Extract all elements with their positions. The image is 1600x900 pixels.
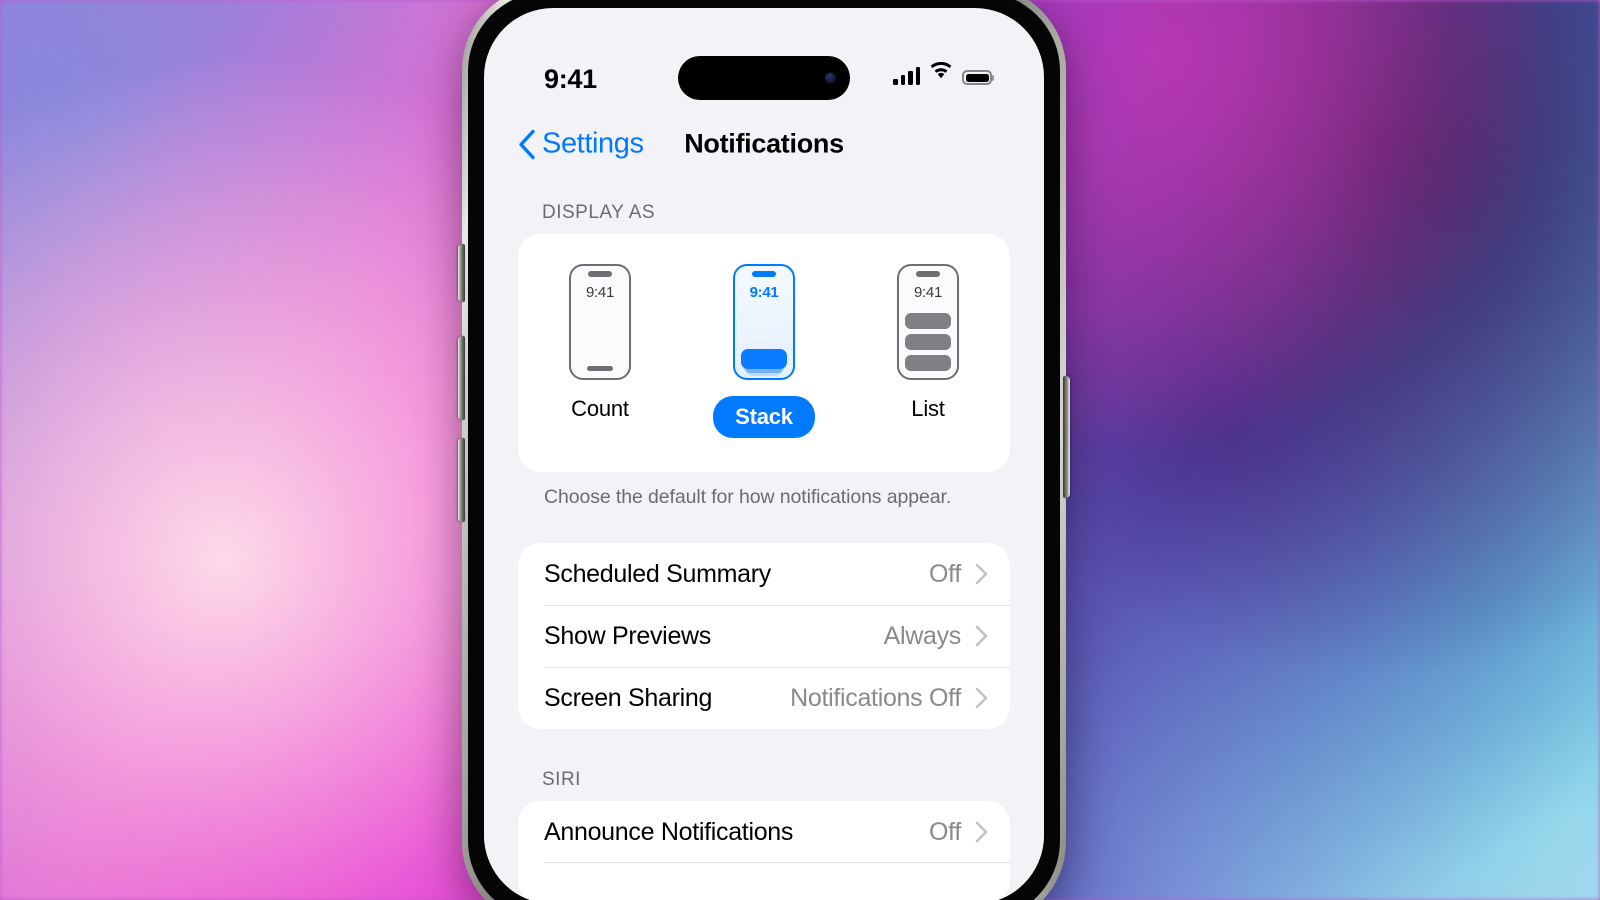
- chevron-left-icon: [518, 129, 535, 159]
- back-button-label: Settings: [542, 127, 644, 160]
- siri-section-header: SIRI: [542, 769, 581, 790]
- display-as-section-footer: Choose the default for how notifications…: [544, 486, 952, 508]
- cellular-bars-icon: [893, 67, 920, 85]
- mini-notch: [752, 271, 776, 277]
- chevron-right-icon: [975, 625, 988, 647]
- volume-up-button[interactable]: [458, 336, 465, 420]
- display-as-options: 9:41 Count 9:41 Stack 9:41 List: [518, 264, 1010, 438]
- stack-preview-icon: 9:41: [733, 264, 795, 380]
- display-option-stack[interactable]: 9:41 Stack: [689, 264, 839, 438]
- display-as-card: 9:41 Count 9:41 Stack 9:41 List: [518, 234, 1010, 472]
- row-value: Notifications Off: [790, 683, 961, 712]
- chevron-right-icon: [975, 821, 988, 843]
- page-title: Notifications: [684, 128, 844, 159]
- side-power-button[interactable]: [1063, 376, 1070, 498]
- display-as-section-header: DISPLAY AS: [542, 202, 656, 223]
- status-bar-time: 9:41: [544, 64, 597, 94]
- row-value: Always: [883, 621, 962, 650]
- device-bezel: 9:41 Settings Notifications DISPLAY AS 9…: [468, 0, 1060, 900]
- navigation-bar: Settings Notifications: [484, 112, 1044, 176]
- count-preview-icon: 9:41: [569, 264, 631, 380]
- display-option-label-list: List: [911, 396, 945, 421]
- row-title: Scheduled Summary: [544, 559, 771, 588]
- row-divider: [544, 862, 1010, 863]
- row-title: Screen Sharing: [544, 683, 713, 712]
- list-notification-bars: [905, 313, 951, 371]
- iphone-device: 9:41 Settings Notifications DISPLAY AS 9…: [458, 0, 1070, 900]
- row-show-previews[interactable]: Show Previews Always: [518, 605, 1010, 667]
- back-button-settings[interactable]: Settings: [518, 128, 644, 161]
- status-bar: 9:41: [484, 8, 1044, 110]
- battery-full-icon: [962, 70, 992, 85]
- action-button[interactable]: [458, 244, 465, 302]
- list-preview-icon: 9:41: [897, 264, 959, 380]
- chevron-right-icon: [975, 687, 988, 709]
- display-option-count[interactable]: 9:41 Count: [525, 264, 675, 422]
- device-screen: 9:41 Settings Notifications DISPLAY AS 9…: [484, 8, 1044, 900]
- notification-settings-card: Scheduled Summary Off Show Previews Alwa…: [518, 543, 1010, 729]
- display-option-label-stack: Stack: [713, 396, 815, 438]
- row-screen-sharing[interactable]: Screen Sharing Notifications Off: [518, 667, 1010, 729]
- row-announce-notifications[interactable]: Announce Notifications Off: [518, 801, 1010, 863]
- volume-down-button[interactable]: [458, 438, 465, 522]
- wifi-icon: [929, 61, 953, 85]
- siri-settings-card: Announce Notifications Off: [518, 801, 1010, 900]
- row-title: Announce Notifications: [544, 817, 794, 846]
- stack-preview-time: 9:41: [749, 284, 779, 301]
- stack-card-front: [741, 349, 787, 369]
- row-value: Off: [929, 817, 961, 846]
- siri-card-next-row-partial[interactable]: [518, 863, 1010, 900]
- count-preview-time: 9:41: [586, 284, 614, 301]
- display-option-list[interactable]: 9:41 List: [853, 264, 1003, 422]
- display-option-label-count: Count: [571, 396, 629, 421]
- dynamic-island[interactable]: [678, 56, 850, 100]
- chevron-right-icon: [975, 563, 988, 585]
- row-scheduled-summary[interactable]: Scheduled Summary Off: [518, 543, 1010, 605]
- row-title: Show Previews: [544, 621, 711, 650]
- front-camera-icon: [825, 72, 836, 84]
- mini-notch: [916, 271, 940, 277]
- list-preview-time: 9:41: [914, 284, 942, 301]
- settings-scroll-content[interactable]: DISPLAY AS 9:41 Count 9:41 Stack 9:41 Li…: [484, 176, 1044, 900]
- mini-notch: [588, 271, 612, 277]
- mini-home-indicator: [587, 366, 613, 371]
- status-bar-indicators: [893, 61, 992, 85]
- row-value: Off: [929, 559, 961, 588]
